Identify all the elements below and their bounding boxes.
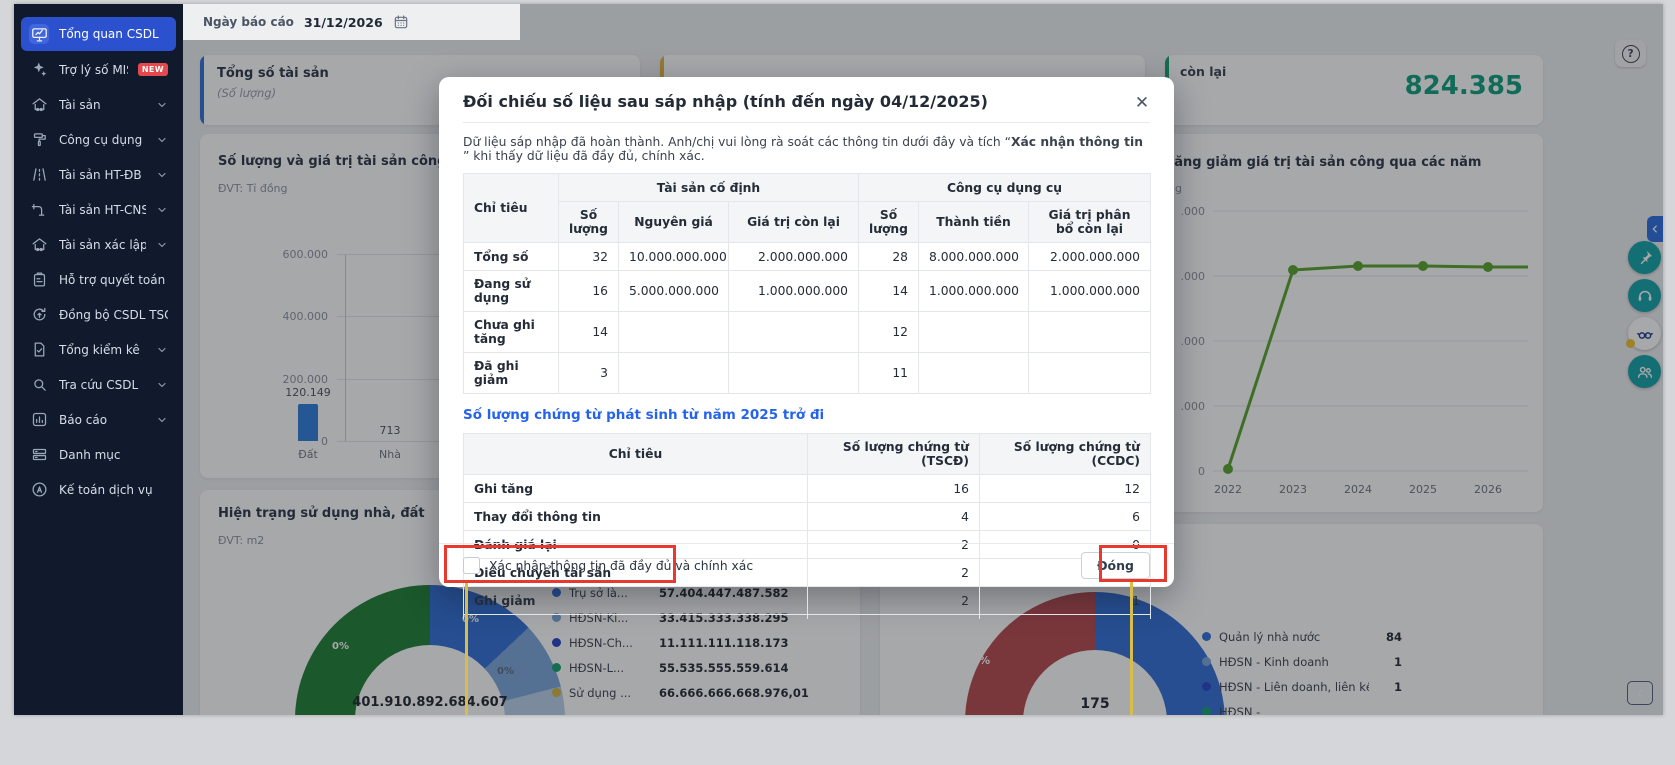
report-date-bar: Ngày báo cáo 31/12/2026 xyxy=(183,4,520,40)
sidebar-item-label: Trợ lý số MISA AVA xyxy=(59,63,128,77)
sidebar-item-label: Báo cáo xyxy=(59,413,146,427)
modal-title: Đối chiếu số liệu sau sáp nhập (tính đến… xyxy=(463,77,1150,123)
table-row: Thay đổi thông tin 4 6 xyxy=(464,503,1151,531)
column-header: Giá trị phân bổ còn lại xyxy=(1029,202,1151,243)
sidebar-item[interactable]: Tổng kiểm kê xyxy=(21,333,176,366)
table-row: Chưa ghi tăng 14 12 xyxy=(464,312,1151,353)
column-header: Thành tiền xyxy=(919,202,1029,243)
service-icon xyxy=(29,480,49,500)
report-icon xyxy=(29,410,49,430)
app-window: Tổng quan CSDL Trợ lý số MISA AVA NEW Tà… xyxy=(14,4,1663,715)
sidebar-item[interactable]: Hỗ trợ quyết toán xyxy=(21,263,176,296)
column-header: Số lượng chứng từ (CCDC) xyxy=(980,434,1151,475)
table-row: Đã ghi giảm 3 11 xyxy=(464,353,1151,394)
sidebar-item[interactable]: Kế toán dịch vụ xyxy=(21,473,176,506)
column-header: Chỉ tiêu xyxy=(464,174,559,243)
sidebar-item[interactable]: Danh mục xyxy=(21,438,176,471)
table-row: Ghi giảm 2 1 xyxy=(464,587,1151,615)
chevron-down-icon xyxy=(156,99,168,111)
chevron-down-icon xyxy=(156,169,168,181)
search-icon xyxy=(29,375,49,395)
annotation-highlight-checkbox xyxy=(444,545,676,583)
list-icon xyxy=(29,445,49,465)
new-badge: NEW xyxy=(138,63,168,76)
sidebar-item-label: Công cụ dụng cụ xyxy=(59,133,146,147)
chevron-down-icon xyxy=(156,414,168,426)
pipe-icon xyxy=(29,200,49,220)
sidebar-item-label: Danh mục xyxy=(59,448,168,462)
screenshot-root: Tổng quan CSDL Trợ lý số MISA AVA NEW Tà… xyxy=(0,0,1675,765)
table-row: Đang sử dụng 16 5.000.000.000 1.000.000.… xyxy=(464,271,1151,312)
chevron-down-icon xyxy=(156,239,168,251)
sidebar-item-label: Tài sản xyxy=(59,98,146,112)
annotation-guide-line xyxy=(465,581,468,715)
close-icon[interactable]: ✕ xyxy=(1130,91,1154,115)
sidebar-item[interactable]: Tra cứu CSDL xyxy=(21,368,176,401)
sync-icon xyxy=(29,305,49,325)
sidebar: Tổng quan CSDL Trợ lý số MISA AVA NEW Tà… xyxy=(14,4,183,715)
tools-icon xyxy=(29,130,49,150)
documents-count-table: Chỉ tiêu Số lượng chứng từ (TSCĐ) Số lượ… xyxy=(463,433,1151,619)
sidebar-item[interactable]: Đồng bộ CSDL TSC xyxy=(21,298,176,331)
annotation-guide-line xyxy=(1130,580,1133,715)
column-header: Số lượng xyxy=(559,202,619,243)
column-header: Nguyên giá xyxy=(619,202,729,243)
sidebar-item-label: Tài sản HT-ĐB xyxy=(59,168,146,182)
documents-section-title: Số lượng chứng từ phát sinh từ năm 2025 … xyxy=(463,394,1150,433)
chevron-down-icon xyxy=(156,134,168,146)
asset-icon xyxy=(29,95,49,115)
asset-icon xyxy=(29,235,49,255)
sidebar-item[interactable]: Tài sản HT-ĐB xyxy=(21,158,176,191)
sidebar-item[interactable]: Tài sản HT-CNS xyxy=(21,193,176,226)
group-header: Công cụ dụng cụ xyxy=(859,174,1151,202)
sidebar-item-label: Tổng quan CSDL xyxy=(59,27,168,41)
sidebar-item-label: Tài sản HT-CNS xyxy=(59,203,146,217)
sidebar-item-label: Tra cứu CSDL xyxy=(59,378,146,392)
assets-summary-table: Chỉ tiêu Tài sản cố định Công cụ dụng cụ… xyxy=(463,173,1151,394)
sidebar-item[interactable]: Tài sản xyxy=(21,88,176,121)
sidebar-item-label: Tài sản xác lập xyxy=(59,238,146,252)
column-header: Chỉ tiêu xyxy=(464,434,808,475)
dashboard-icon xyxy=(29,24,49,44)
group-header: Tài sản cố định xyxy=(559,174,859,202)
table-row: Tổng số 32 10.000.000.000 2.000.000.000 … xyxy=(464,243,1151,271)
sidebar-item[interactable]: Tài sản xác lập xyxy=(21,228,176,261)
sidebar-item-label: Đồng bộ CSDL TSC xyxy=(59,308,168,322)
modal-description: Dữ liệu sáp nhập đã hoàn thành. Anh/chị … xyxy=(463,123,1150,173)
report-date-label: Ngày báo cáo xyxy=(203,15,294,29)
doccheck-icon xyxy=(29,340,49,360)
sidebar-item[interactable]: Công cụ dụng cụ xyxy=(21,123,176,156)
sidebar-item-label: Tổng kiểm kê xyxy=(59,343,146,357)
report-date-value[interactable]: 31/12/2026 xyxy=(304,15,383,30)
sidebar-item-label: Hỗ trợ quyết toán xyxy=(59,273,168,287)
sidebar-item[interactable]: Tổng quan CSDL xyxy=(21,17,176,51)
column-header: Giá trị còn lại xyxy=(729,202,859,243)
sparkle-icon xyxy=(29,60,49,80)
chevron-down-icon xyxy=(156,379,168,391)
clipboard-icon xyxy=(29,270,49,290)
sidebar-collapse-button[interactable] xyxy=(1627,681,1653,705)
road-icon xyxy=(29,165,49,185)
chevron-down-icon xyxy=(156,344,168,356)
reconciliation-modal: Đối chiếu số liệu sau sáp nhập (tính đến… xyxy=(439,77,1174,587)
sidebar-item[interactable]: Báo cáo xyxy=(21,403,176,436)
chevron-down-icon xyxy=(156,204,168,216)
calendar-icon[interactable] xyxy=(393,14,409,30)
sidebar-item[interactable]: Trợ lý số MISA AVA NEW xyxy=(21,53,176,86)
column-header: Số lượng chứng từ (TSCĐ) xyxy=(808,434,980,475)
column-header: Số lượng xyxy=(859,202,919,243)
table-row: Ghi tăng 16 12 xyxy=(464,475,1151,503)
annotation-highlight-close-button xyxy=(1099,545,1167,582)
sidebar-item-label: Kế toán dịch vụ xyxy=(59,483,168,497)
